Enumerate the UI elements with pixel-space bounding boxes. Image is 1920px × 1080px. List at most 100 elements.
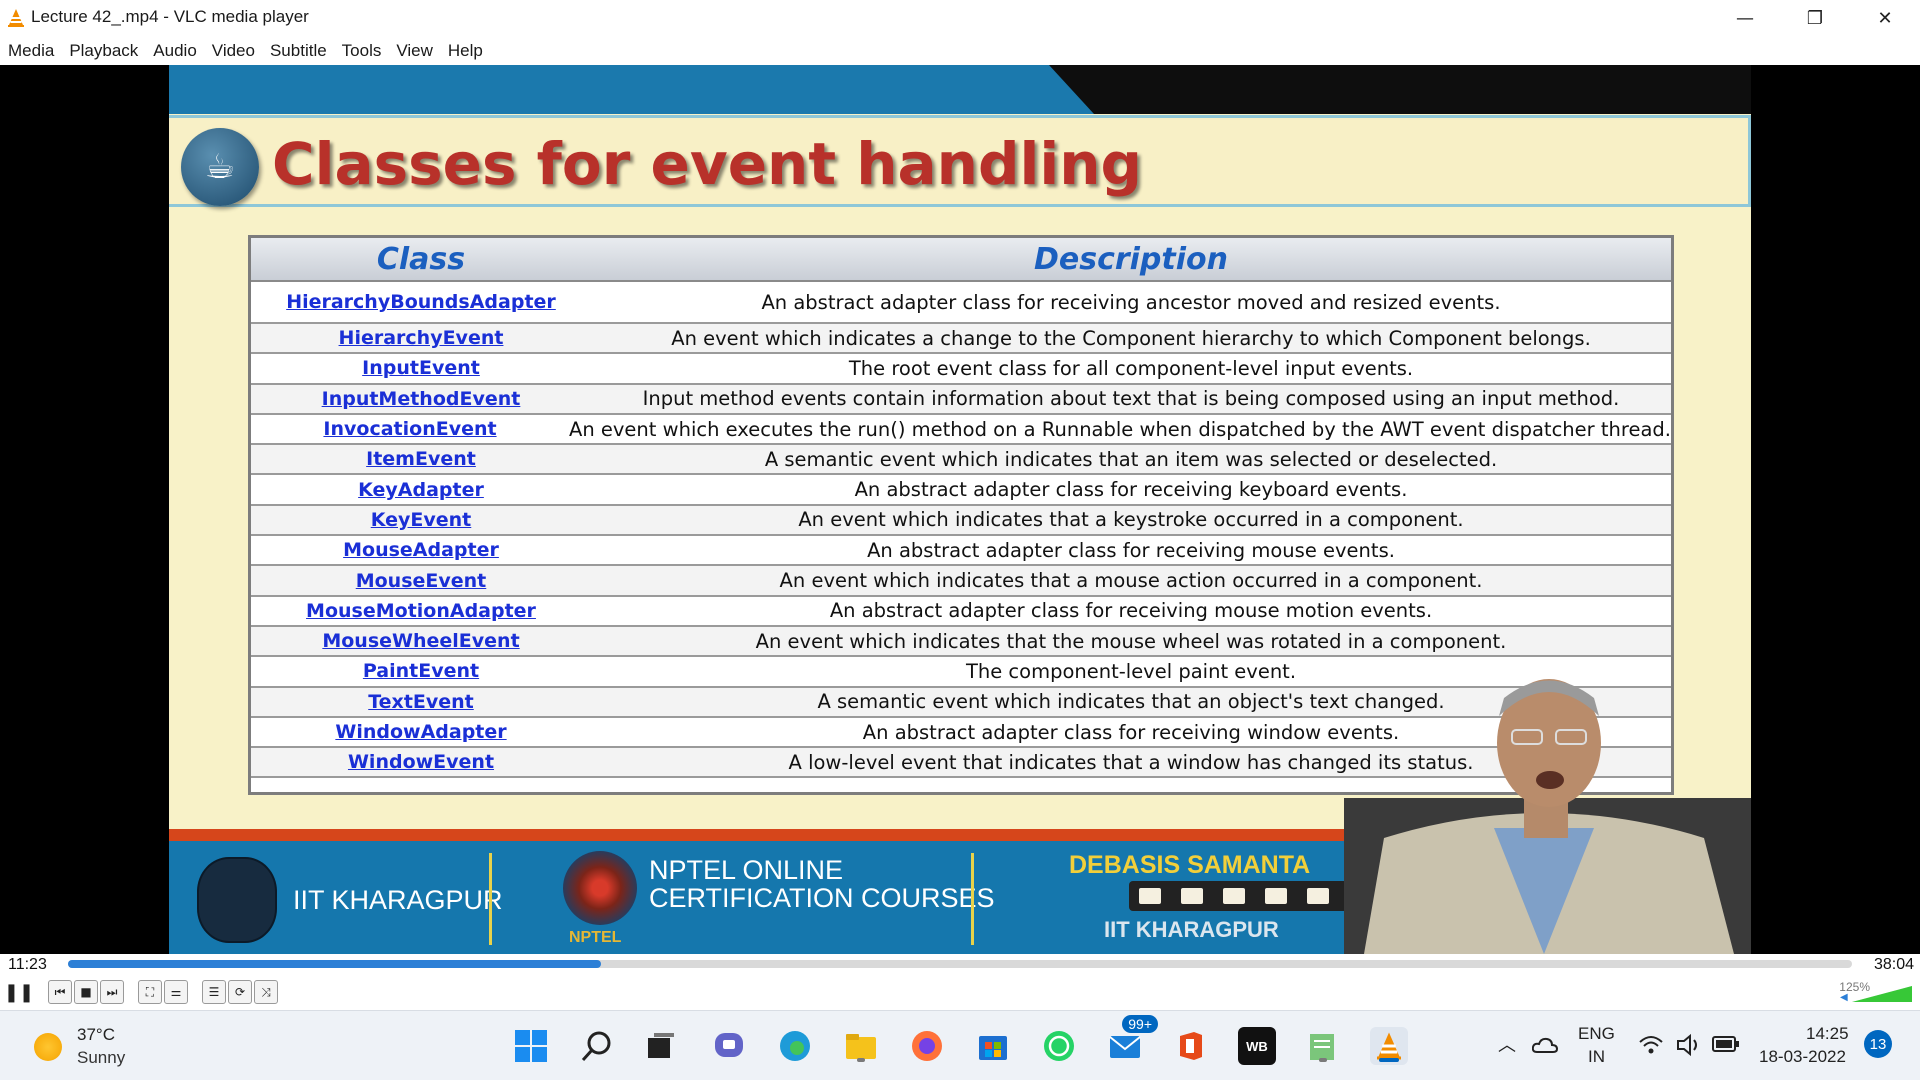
class-link[interactable]: InputEvent (251, 354, 591, 382)
class-link[interactable]: MouseAdapter (251, 536, 591, 564)
class-link[interactable]: HierarchyEvent (251, 324, 591, 352)
table-row: ItemEvent A semantic event which indicate… (251, 445, 1671, 476)
language-line-1[interactable]: ENG (1578, 1024, 1615, 1044)
clock-time[interactable]: 14:25 (1806, 1024, 1849, 1044)
extended-settings-icon[interactable]: ⚌ (164, 980, 188, 1004)
class-description: The root event class for all component-l… (848, 356, 1414, 380)
search-icon[interactable] (578, 1027, 616, 1065)
footer-divider (489, 853, 492, 945)
task-view-icon[interactable] (642, 1027, 680, 1065)
show-hidden-icons-chevron-icon[interactable]: ︿ (1498, 1031, 1516, 1057)
whatsapp-icon[interactable] (1040, 1027, 1078, 1065)
seek-bar[interactable] (68, 960, 1852, 968)
class-description: An event which indicates a change to the… (671, 326, 1591, 350)
class-link[interactable]: InvocationEvent (251, 415, 569, 443)
slide-top-dark-band (1049, 65, 1751, 114)
class-link[interactable]: HierarchyBoundsAdapter (251, 282, 591, 322)
language-line-2[interactable]: IN (1588, 1047, 1605, 1067)
menu-view[interactable]: View (396, 41, 433, 61)
class-link[interactable]: PaintEvent (251, 657, 591, 685)
weather-condition[interactable]: Sunny (77, 1048, 125, 1068)
fullscreen-icon[interactable]: ⛶ (138, 980, 162, 1004)
speaker-icon: ◀ (1840, 992, 1848, 1003)
table-row: KeyAdapter An abstract adapter class for … (251, 475, 1671, 506)
notepad-app-icon[interactable] (1304, 1027, 1342, 1065)
stop-icon[interactable]: ■ (74, 980, 98, 1004)
teams-chat-icon[interactable] (710, 1027, 748, 1065)
pause-icon[interactable]: ❚❚ (4, 980, 34, 1004)
nptel-line-1: NPTEL ONLINE (649, 855, 844, 885)
class-link[interactable]: KeyAdapter (251, 475, 591, 503)
menu-subtitle[interactable]: Subtitle (270, 41, 327, 61)
speaker-video-overlay (1344, 679, 1751, 954)
menu-help[interactable]: Help (448, 41, 483, 61)
speaker-volume-icon[interactable] (1676, 1033, 1702, 1057)
class-link[interactable]: WindowAdapter (251, 718, 591, 746)
class-link[interactable]: ItemEvent (251, 445, 591, 473)
file-explorer-icon[interactable] (842, 1027, 880, 1065)
class-link[interactable]: InputMethodEvent (251, 385, 591, 413)
playback-controls: ❚❚ ⏮ ■ ⏭ ⛶ ⚌ ☰ ⟳ ⤨ 125% ◀ (0, 976, 1920, 1008)
class-description: An abstract adapter class for receiving … (854, 478, 1408, 502)
class-link[interactable]: KeyEvent (251, 506, 591, 534)
wifi-icon[interactable] (1638, 1035, 1664, 1055)
class-link[interactable]: WindowEvent (251, 748, 591, 776)
seek-row: 11:23 38:04 (0, 954, 1920, 976)
minimize-button[interactable]: — (1710, 0, 1780, 36)
class-link[interactable]: MouseEvent (251, 566, 591, 594)
office-icon[interactable] (1172, 1027, 1210, 1065)
mail-icon[interactable]: 99+ (1106, 1015, 1158, 1065)
elapsed-time: 11:23 (8, 956, 47, 973)
class-link[interactable]: TextEvent (251, 688, 591, 716)
table-row: MouseMotionAdapter An abstract adapter cl… (251, 597, 1671, 627)
header-description: Description (1033, 241, 1229, 277)
restore-button[interactable]: ❐ (1780, 0, 1850, 36)
menu-audio[interactable]: Audio (153, 41, 196, 61)
playlist-icon[interactable]: ☰ (202, 980, 226, 1004)
edge-browser-icon[interactable] (776, 1027, 814, 1065)
weather-temperature[interactable]: 37°C (77, 1025, 115, 1045)
menu-tools[interactable]: Tools (342, 41, 382, 61)
close-button[interactable]: ✕ (1850, 0, 1920, 36)
loop-icon[interactable]: ⟳ (228, 980, 252, 1004)
next-icon[interactable]: ⏭ (100, 980, 124, 1004)
menu-video[interactable]: Video (212, 41, 255, 61)
wb-app-icon[interactable]: WB (1238, 1027, 1276, 1065)
volume-slider[interactable]: ◀ (1840, 984, 1914, 1004)
table-header: Class Description (251, 238, 1671, 282)
iit-kharagpur-logo-icon (197, 857, 277, 943)
microsoft-store-icon[interactable] (974, 1027, 1012, 1065)
nptel-line-2: CERTIFICATION COURSES (649, 883, 995, 913)
java-logo-icon: ☕ (181, 128, 259, 206)
video-display[interactable]: ☕ Classes for event handling Class Descr… (0, 65, 1920, 954)
class-description: An event which executes the run() method… (569, 417, 1671, 441)
presenter-name: DEBASIS SAMANTA (1069, 851, 1311, 879)
class-description: An abstract adapter class for receiving … (761, 290, 1501, 314)
sun-weather-icon[interactable] (34, 1033, 62, 1061)
table-row: InputEvent The root event class for all c… (251, 354, 1671, 385)
nptel-logo-icon (563, 851, 637, 925)
previous-icon[interactable]: ⏮ (48, 980, 72, 1004)
class-link[interactable]: MouseMotionAdapter (251, 597, 591, 625)
notification-center-badge[interactable]: 13 (1864, 1030, 1892, 1058)
vlc-taskbar-icon[interactable] (1370, 1027, 1408, 1065)
menu-playback[interactable]: Playback (69, 41, 138, 61)
running-indicator (1319, 1058, 1327, 1062)
strip-icon (1139, 888, 1161, 904)
clock-date[interactable]: 18-03-2022 (1759, 1047, 1846, 1067)
table-row: MouseWheelEvent An event which indicates … (251, 626, 1671, 658)
shuffle-icon[interactable]: ⤨ (254, 980, 278, 1004)
class-link[interactable]: MouseWheelEvent (251, 627, 591, 655)
start-button[interactable] (512, 1027, 550, 1065)
strip-icon (1265, 888, 1287, 904)
running-indicator (857, 1058, 865, 1062)
presenter-institute: IIT KHARAGPUR (1104, 917, 1279, 942)
vlc-cone-icon (8, 9, 24, 27)
onedrive-cloud-icon[interactable] (1532, 1035, 1558, 1055)
firefox-icon[interactable] (908, 1027, 946, 1065)
battery-icon[interactable] (1712, 1035, 1740, 1053)
menu-media[interactable]: Media (8, 41, 54, 61)
lecture-slide: ☕ Classes for event handling Class Descr… (169, 65, 1751, 954)
table-row: HierarchyEvent An event which indicates a… (251, 324, 1671, 355)
table-row: KeyEvent An event which indicates that a … (251, 505, 1671, 537)
